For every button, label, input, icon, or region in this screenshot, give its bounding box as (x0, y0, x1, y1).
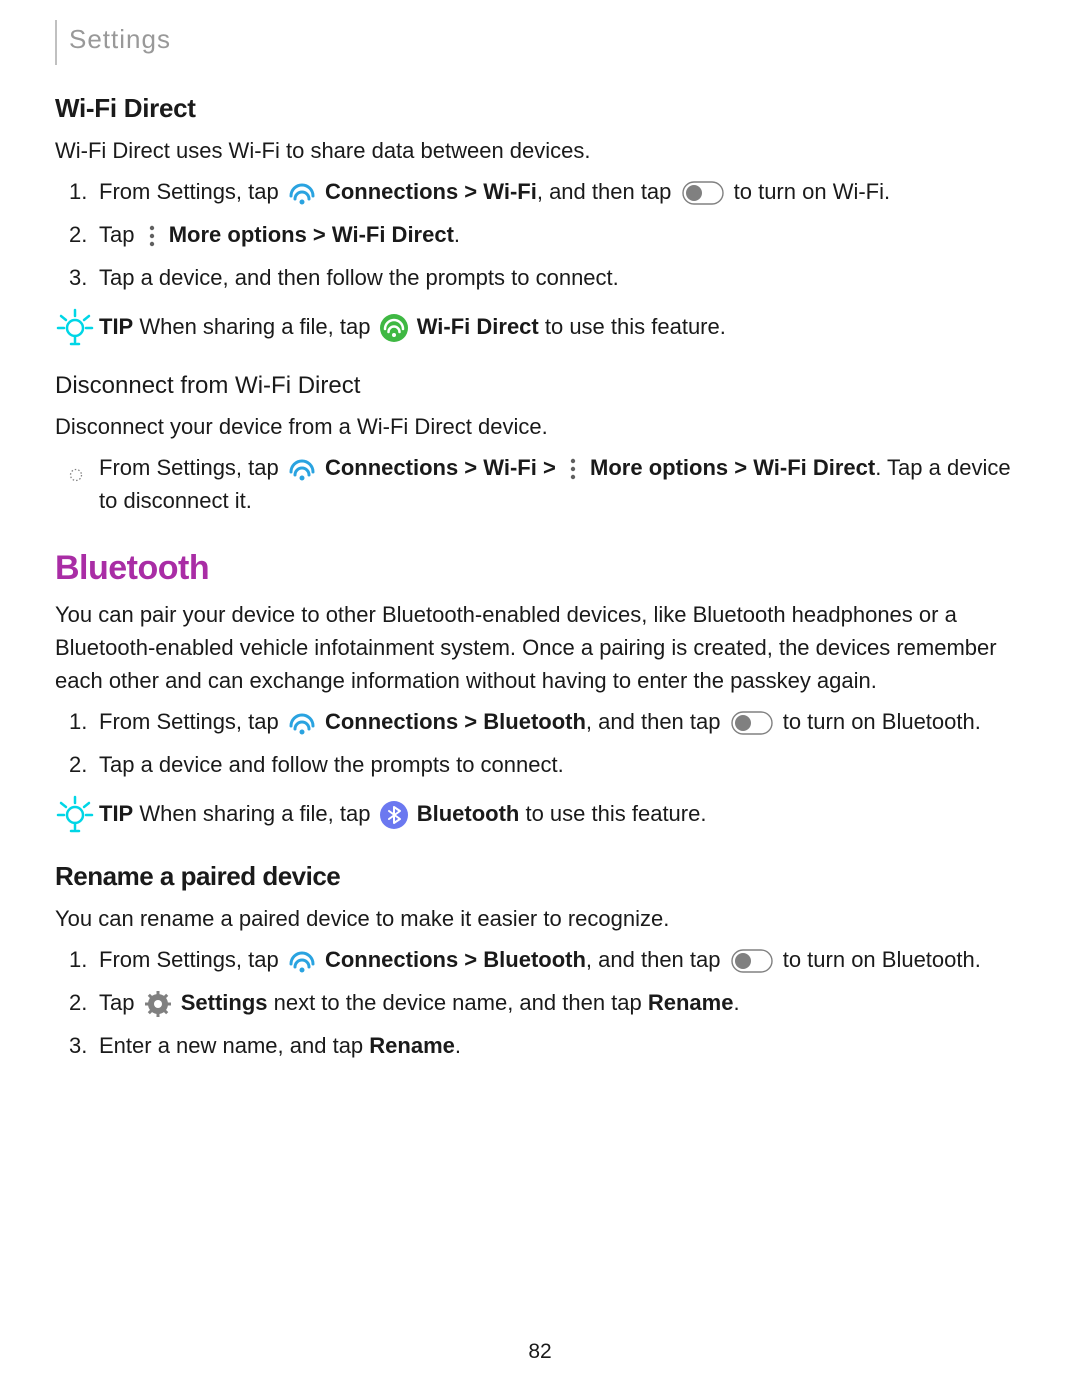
text-bold: Connections > Wi-Fi > (319, 455, 562, 480)
toggle-off-icon (731, 711, 773, 735)
text-bold: Connections > Bluetooth (319, 947, 586, 972)
list-item: From Settings, tap Connections > Bluetoo… (99, 943, 1025, 976)
text: next to the device name, and then tap (268, 990, 648, 1015)
more-options-icon (145, 224, 159, 248)
wifi-icon (288, 947, 316, 975)
text: From Settings, tap (99, 947, 285, 972)
text-bold: Wi-Fi Direct (411, 314, 539, 339)
text: to use this feature. (519, 801, 706, 826)
heading-rename: Rename a paired device (55, 857, 1025, 896)
list-item: Tap More options > Wi-Fi Direct. (99, 218, 1025, 251)
list-item: Tap a device and follow the prompts to c… (99, 748, 1025, 781)
text: , and then tap (537, 179, 678, 204)
list-item: From Settings, tap Connections > Bluetoo… (99, 705, 1025, 738)
text: Enter a new name, and tap (99, 1033, 369, 1058)
text: From Settings, tap (99, 455, 285, 480)
text: From Settings, tap (99, 179, 285, 204)
tip-bulb-icon (55, 306, 95, 346)
list-item: Enter a new name, and tap Rename. (99, 1029, 1025, 1062)
tip-row: TIP When sharing a file, tap Bluetooth t… (55, 793, 1025, 833)
bluetooth-intro: You can pair your device to other Blueto… (55, 598, 1025, 697)
tip-label: TIP (99, 801, 133, 826)
toggle-off-icon (731, 949, 773, 973)
text-bold: More options > Wi-Fi Direct (584, 455, 875, 480)
text-bold: Settings (175, 990, 268, 1015)
heading-disconnect: Disconnect from Wi-Fi Direct (55, 368, 1025, 404)
tip-text: TIP When sharing a file, tap Bluetooth t… (99, 797, 706, 830)
text-bold: Bluetooth (411, 801, 520, 826)
text-bold: More options > Wi-Fi Direct (163, 222, 454, 247)
rename-steps: From Settings, tap Connections > Bluetoo… (55, 943, 1025, 1062)
text-bold: Connections > Bluetooth (319, 709, 586, 734)
text: to use this feature. (539, 314, 726, 339)
wifi-icon (288, 179, 316, 207)
gear-icon (144, 990, 172, 1018)
text: , and then tap (586, 709, 727, 734)
tip-text: TIP When sharing a file, tap Wi-Fi Direc… (99, 310, 726, 343)
heading-wifi-direct: Wi-Fi Direct (55, 89, 1025, 128)
tip-label: TIP (99, 314, 133, 339)
rename-intro: You can rename a paired device to make i… (55, 902, 1025, 935)
text: to turn on Bluetooth. (777, 947, 981, 972)
disconnect-steps: From Settings, tap Connections > Wi-Fi >… (55, 451, 1025, 517)
page-header: Settings (55, 20, 1025, 65)
more-options-icon (566, 457, 580, 481)
heading-bluetooth: Bluetooth (55, 543, 1025, 594)
wifi-direct-intro: Wi-Fi Direct uses Wi-Fi to share data be… (55, 134, 1025, 167)
wifi-direct-share-icon (380, 314, 408, 342)
text: to turn on Bluetooth. (777, 709, 981, 734)
text: . (733, 990, 739, 1015)
wifi-icon (288, 709, 316, 737)
text-bold: Rename (648, 990, 734, 1015)
tip-row: TIP When sharing a file, tap Wi-Fi Direc… (55, 306, 1025, 346)
list-item: From Settings, tap Connections > Wi-Fi >… (99, 451, 1025, 517)
text: Tap (99, 990, 141, 1015)
wifi-direct-steps: From Settings, tap Connections > Wi-Fi, … (55, 175, 1025, 294)
text: , and then tap (586, 947, 727, 972)
text: When sharing a file, tap (133, 801, 376, 826)
page-number: 82 (0, 1336, 1080, 1368)
text: From Settings, tap (99, 709, 285, 734)
bullet-circle-icon (69, 458, 83, 472)
bluetooth-share-icon (380, 801, 408, 829)
text: . (455, 1033, 461, 1058)
text-bold: Rename (369, 1033, 455, 1058)
text: When sharing a file, tap (133, 314, 376, 339)
tip-bulb-icon (55, 793, 95, 833)
disconnect-intro: Disconnect your device from a Wi-Fi Dire… (55, 410, 1025, 443)
list-item: Tap Settings next to the device name, an… (99, 986, 1025, 1019)
text-bold: Connections > Wi-Fi (319, 179, 537, 204)
list-item: Tap a device, and then follow the prompt… (99, 261, 1025, 294)
toggle-off-icon (682, 181, 724, 205)
bluetooth-steps: From Settings, tap Connections > Bluetoo… (55, 705, 1025, 781)
text: to turn on Wi-Fi. (728, 179, 891, 204)
text: Tap (99, 222, 141, 247)
text: . (454, 222, 460, 247)
list-item: From Settings, tap Connections > Wi-Fi, … (99, 175, 1025, 208)
wifi-icon (288, 455, 316, 483)
